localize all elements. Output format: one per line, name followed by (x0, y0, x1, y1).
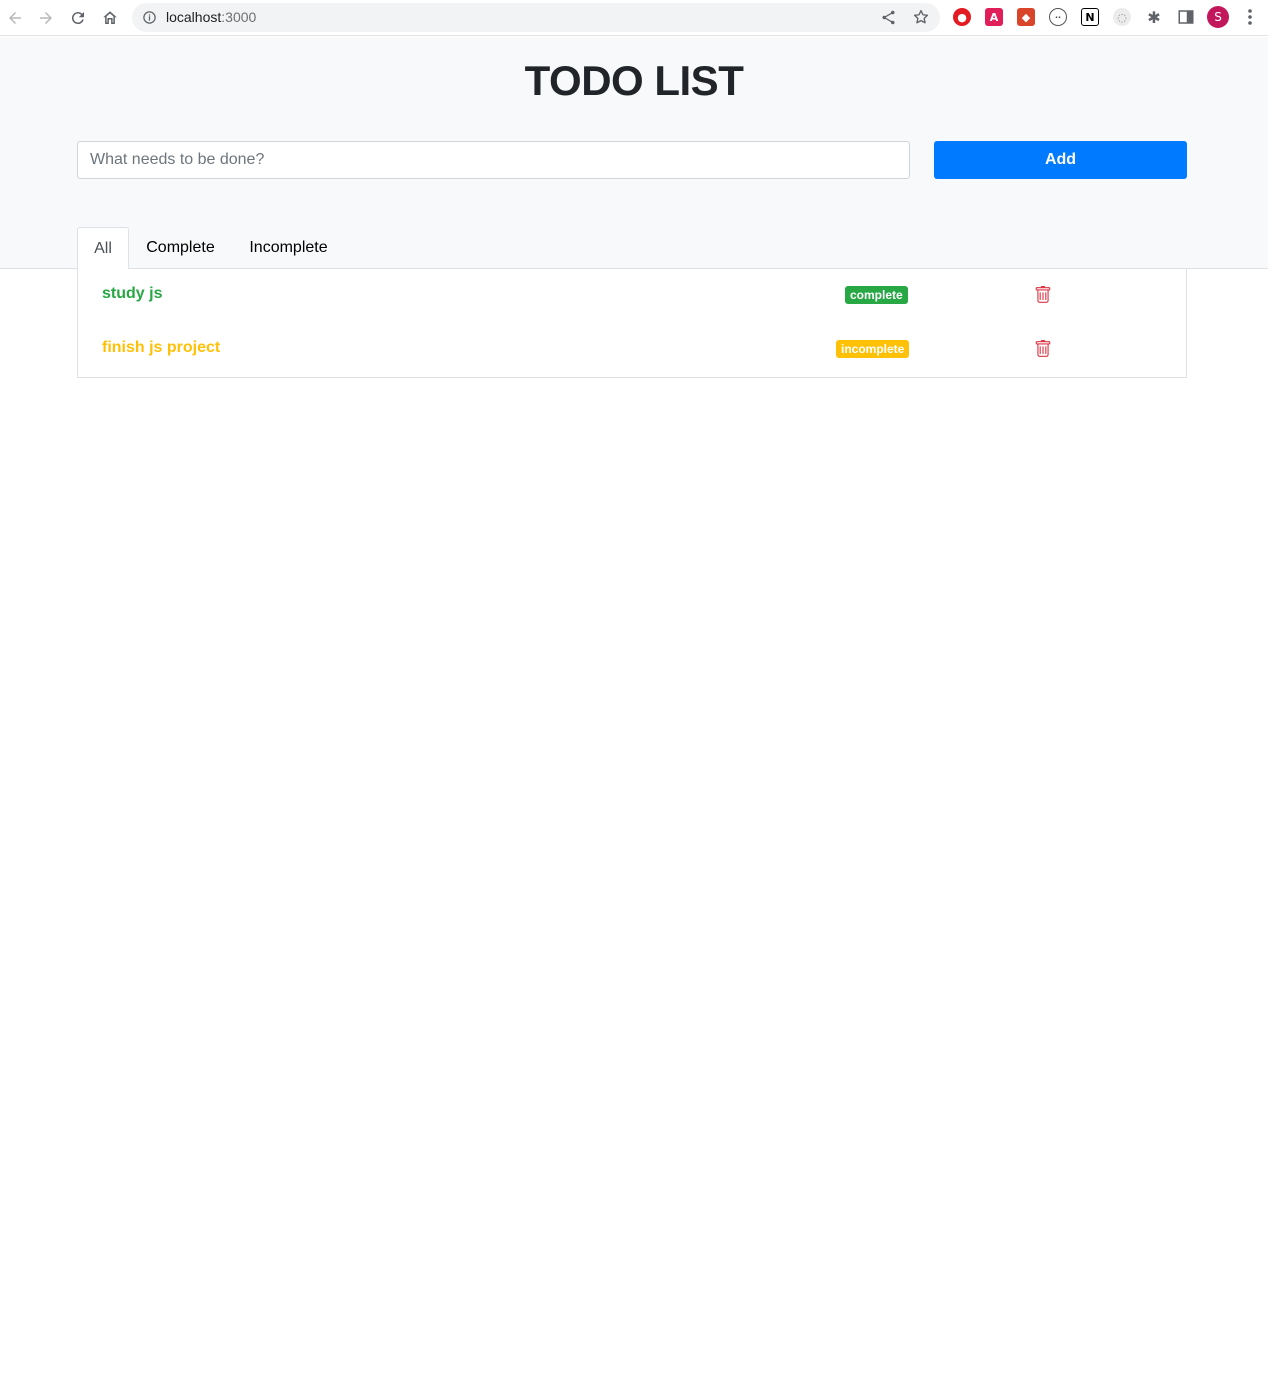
bookmark-star-icon[interactable] (912, 8, 930, 26)
status-badge: incomplete (836, 340, 910, 358)
address-bar[interactable]: localhost:3000 (132, 3, 940, 32)
reload-icon[interactable] (66, 6, 90, 30)
side-panel-icon[interactable] (1177, 8, 1195, 26)
home-icon[interactable] (98, 6, 122, 30)
tab-all[interactable]: All (77, 227, 129, 270)
trash-icon[interactable] (1034, 286, 1052, 304)
tab-complete[interactable]: Complete (136, 227, 225, 269)
status-badge: complete (845, 286, 908, 304)
back-icon[interactable] (3, 6, 27, 30)
new-todo-input[interactable] (77, 141, 910, 179)
info-icon[interactable] (142, 10, 157, 25)
extension-circle-icon[interactable]: ·· (1049, 8, 1067, 26)
todo-text: study js (102, 285, 163, 302)
add-button[interactable]: Add (934, 141, 1187, 179)
adblock-extension-icon[interactable]: ● (953, 8, 971, 26)
profile-avatar[interactable]: S (1207, 6, 1229, 28)
list-item: finish js project incomplete (78, 331, 1186, 371)
todo-text: finish js project (102, 339, 221, 356)
header-section: TODO LIST Add All Complete Incomplete (0, 37, 1268, 270)
list-item: study js complete (78, 277, 1186, 317)
browser-toolbar: localhost:3000 ● A ◆ ·· N ◌ ✱ S (0, 0, 1268, 36)
url-text: localhost:3000 (166, 9, 257, 25)
angular-extension-icon[interactable]: A (985, 8, 1003, 26)
menu-kebab-icon[interactable] (1243, 8, 1257, 28)
extension-icon[interactable]: ◆ (1017, 8, 1035, 26)
todo-list: study js complete finish js project inco… (77, 269, 1187, 378)
puzzle-extensions-icon[interactable]: ✱ (1145, 8, 1163, 27)
tab-incomplete[interactable]: Incomplete (238, 227, 339, 269)
forward-icon[interactable] (34, 6, 58, 30)
page-title: TODO LIST (524, 57, 744, 104)
extension-gray-icon[interactable]: ◌ (1113, 8, 1131, 26)
trash-icon[interactable] (1034, 340, 1052, 358)
notion-extension-icon[interactable]: N (1081, 8, 1099, 26)
share-icon[interactable] (880, 9, 897, 26)
